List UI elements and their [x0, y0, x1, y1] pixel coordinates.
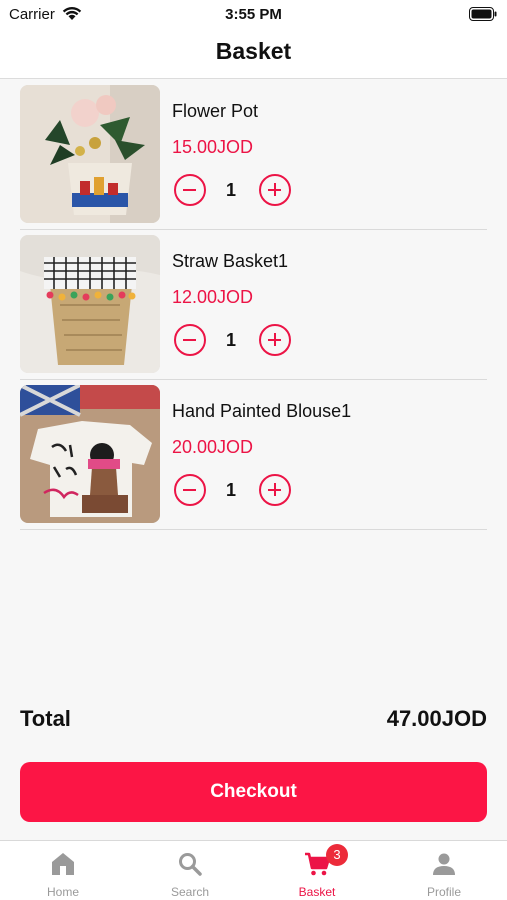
product-image[interactable]: [20, 235, 160, 373]
cart-count-badge: 3: [326, 844, 348, 866]
tab-label: Search: [170, 885, 210, 899]
tab-profile[interactable]: Profile: [381, 841, 507, 900]
decrease-quantity-button[interactable]: [174, 324, 206, 356]
tab-label: Home: [46, 885, 79, 899]
decrease-quantity-button[interactable]: [174, 474, 206, 506]
basket-item: Straw Basket1 12.00JOD 1: [20, 230, 487, 380]
nav-header: Basket: [0, 28, 507, 79]
increase-quantity-button[interactable]: [259, 174, 291, 206]
tab-bar: Home Search 3 Basket Profile: [0, 840, 507, 900]
battery-icon: [469, 7, 497, 21]
person-icon: [433, 853, 455, 875]
tab-search[interactable]: Search: [127, 841, 253, 900]
tab-label: Basket: [298, 885, 336, 899]
increase-quantity-button[interactable]: [259, 474, 291, 506]
status-bar: Carrier 3:55 PM: [0, 0, 507, 28]
item-name: Hand Painted Blouse1: [172, 401, 352, 421]
total-label: Total: [20, 706, 71, 731]
tab-basket[interactable]: 3 Basket: [254, 841, 380, 900]
item-name: Straw Basket1: [172, 251, 289, 271]
product-image[interactable]: [20, 85, 160, 223]
product-image[interactable]: [20, 385, 160, 523]
tab-label: Profile: [426, 885, 461, 899]
increase-quantity-button[interactable]: [259, 324, 291, 356]
decrease-quantity-button[interactable]: [174, 174, 206, 206]
status-time: 3:55 PM: [225, 6, 282, 23]
checkout-button[interactable]: Checkout: [20, 762, 487, 822]
item-price: 20.00JOD: [172, 437, 254, 457]
basket-list: Flower Pot 15.00JOD 1 Straw Basket1 12.0…: [20, 80, 487, 530]
quantity-value: 1: [225, 180, 236, 200]
basket-item: Flower Pot 15.00JOD 1: [20, 80, 487, 230]
item-price: 12.00JOD: [172, 287, 254, 307]
basket-item: Hand Painted Blouse1 20.00JOD 1: [20, 380, 487, 530]
item-price: 15.00JOD: [172, 137, 254, 157]
home-icon: [52, 853, 74, 875]
search-icon: [179, 853, 202, 876]
tab-home[interactable]: Home: [0, 841, 126, 900]
checkout-label: Checkout: [210, 781, 297, 802]
quantity-value: 1: [225, 330, 236, 350]
item-name: Flower Pot: [172, 101, 259, 121]
total-value: 47.00JOD: [386, 706, 487, 731]
page-title: Basket: [215, 38, 292, 64]
quantity-value: 1: [225, 480, 236, 500]
